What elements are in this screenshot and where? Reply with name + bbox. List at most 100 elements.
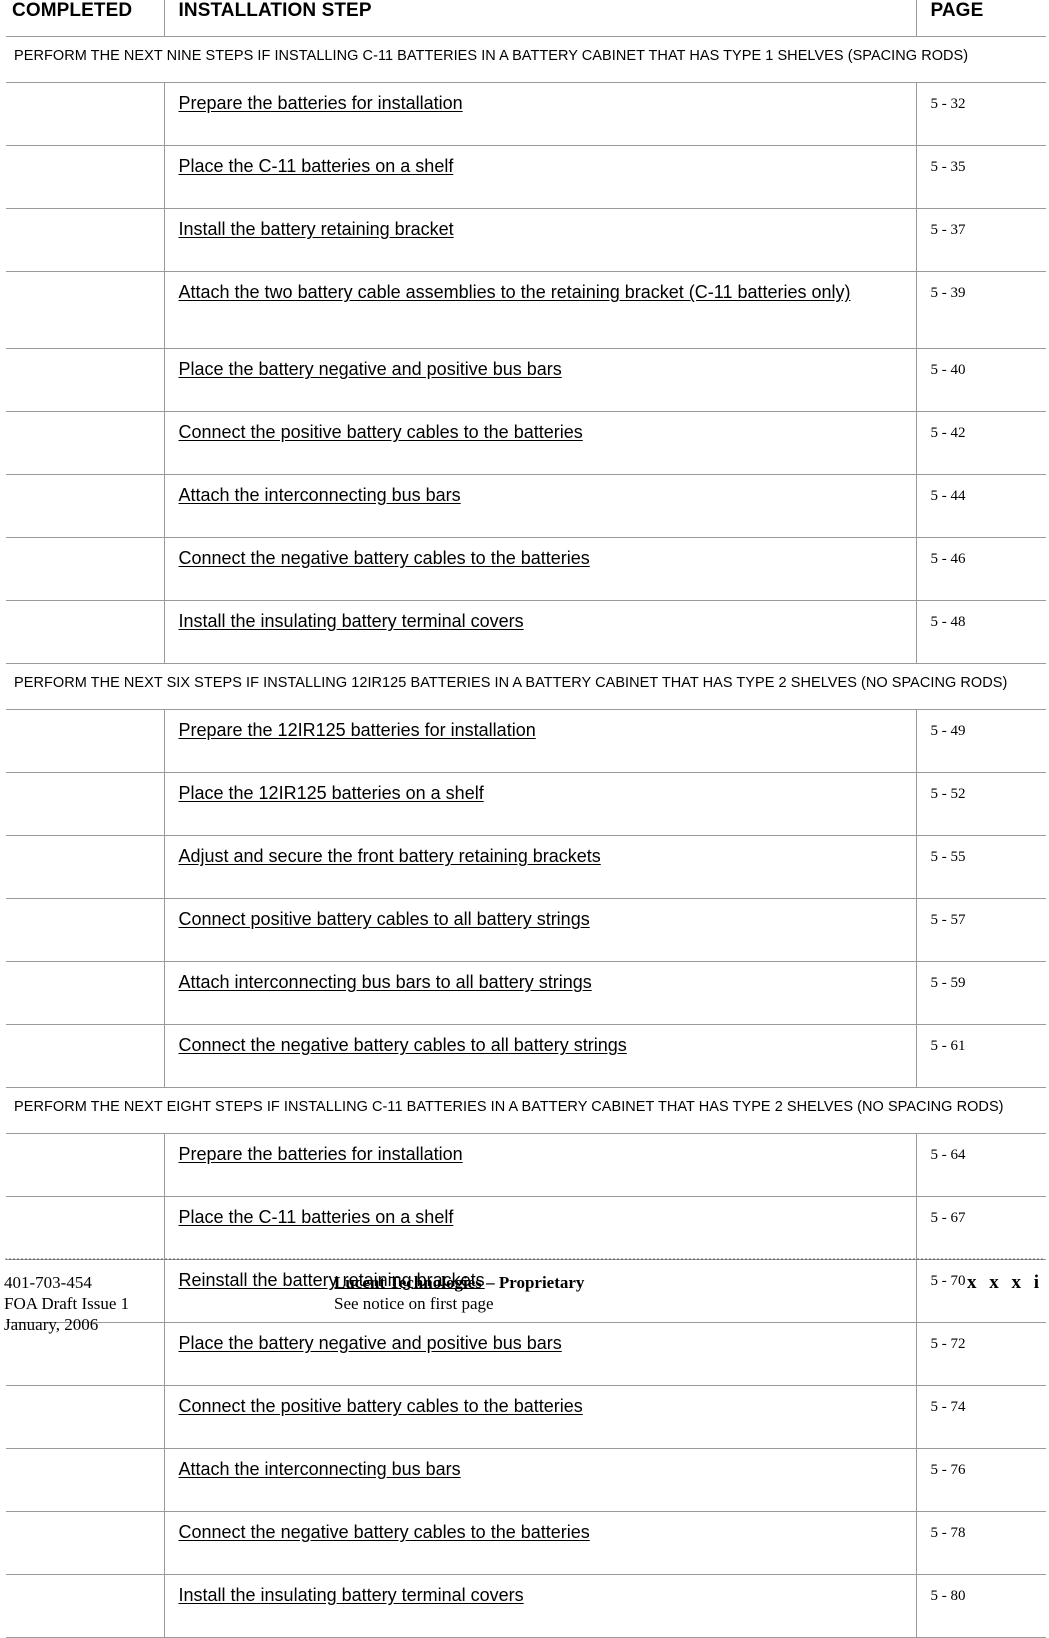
page-cell: 5 - 74 [916, 1385, 1046, 1449]
completed-checkbox-cell[interactable] [6, 772, 165, 836]
completed-checkbox-cell[interactable] [6, 898, 165, 962]
footer-document-info: 401-703-454 FOA Draft Issue 1 January, 2… [0, 1272, 334, 1335]
table-row[interactable]: Connect the negative battery cables to t… [6, 1511, 1046, 1575]
step-label: Attach interconnecting bus bars to all b… [178, 972, 592, 992]
page-footer: 401-703-454 FOA Draft Issue 1 January, 2… [0, 1246, 1049, 1338]
page-cell: 5 - 49 [916, 709, 1046, 773]
step-cell: Prepare the batteries for installation [164, 82, 917, 146]
step-cell: Install the insulating battery terminal … [164, 1574, 917, 1638]
step-label: Prepare the 12IR125 batteries for instal… [178, 720, 536, 740]
page-cell: 5 - 40 [916, 348, 1046, 412]
table-row[interactable]: Place the battery negative and positive … [6, 348, 1046, 412]
step-cell: Place the 12IR125 batteries on a shelf [164, 772, 917, 836]
completed-checkbox-cell[interactable] [6, 1024, 165, 1088]
step-label: Place the 12IR125 batteries on a shelf [178, 783, 484, 803]
step-label: Attach the two battery cable assemblies … [178, 282, 851, 302]
completed-checkbox-cell[interactable] [6, 1385, 165, 1449]
step-label: Install the insulating battery terminal … [178, 611, 524, 631]
step-cell: Attach the two battery cable assemblies … [164, 271, 917, 349]
completed-checkbox-cell[interactable] [6, 961, 165, 1025]
page-cell: 5 - 42 [916, 411, 1046, 475]
table-row[interactable]: Place the 12IR125 batteries on a shelf 5… [6, 772, 1046, 836]
step-label: Install the insulating battery terminal … [178, 1585, 524, 1605]
table-row[interactable]: Prepare the batteries for installation 5… [6, 82, 1046, 146]
footer-divider [4, 1258, 1045, 1260]
step-label: Prepare the batteries for installation [178, 1144, 463, 1164]
completed-checkbox-cell[interactable] [6, 271, 165, 349]
page-cell: 5 - 64 [916, 1133, 1046, 1197]
page-cell: 5 - 78 [916, 1511, 1046, 1575]
table-row[interactable]: Attach the interconnecting bus bars 5 - … [6, 474, 1046, 538]
page-cell: 5 - 48 [916, 600, 1046, 664]
footer-doc-number: 401-703-454 [4, 1273, 92, 1292]
step-label: Place the battery negative and positive … [178, 359, 562, 379]
table-row[interactable]: Install the insulating battery terminal … [6, 1574, 1046, 1638]
footer-proprietary-note: See notice on first page [334, 1294, 494, 1313]
table-row[interactable]: Install the insulating battery terminal … [6, 600, 1046, 664]
completed-checkbox-cell[interactable] [6, 709, 165, 773]
footer-issue: FOA Draft Issue 1 [4, 1294, 130, 1313]
footer-page-number: x x x i [966, 1272, 1043, 1293]
completed-checkbox-cell[interactable] [6, 835, 165, 899]
completed-checkbox-cell[interactable] [6, 1133, 165, 1197]
table-row[interactable]: Attach the two battery cable assemblies … [6, 271, 1046, 349]
section-note-text: PERFORM THE NEXT NINE STEPS IF INSTALLIN… [6, 36, 1046, 83]
table-row[interactable]: Install the battery retaining bracket 5 … [6, 208, 1046, 272]
section-note-row: PERFORM THE NEXT EIGHT STEPS IF INSTALLI… [6, 1087, 1046, 1134]
completed-checkbox-cell[interactable] [6, 1574, 165, 1638]
table-row[interactable]: Connect the negative battery cables to t… [6, 537, 1046, 601]
page-cell: 5 - 46 [916, 537, 1046, 601]
section-note-row: PERFORM THE NEXT NINE STEPS IF INSTALLIN… [6, 36, 1046, 83]
page-cell: 5 - 55 [916, 835, 1046, 899]
step-label: Prepare the batteries for installation [178, 93, 463, 113]
table-row[interactable]: Prepare the batteries for installation 5… [6, 1133, 1046, 1197]
step-label: Connect the positive battery cables to t… [178, 422, 583, 442]
step-label: Connect the positive battery cables to t… [178, 1396, 583, 1416]
page-cell: 5 - 61 [916, 1024, 1046, 1088]
step-label: Connect the negative battery cables to a… [178, 1035, 627, 1055]
table-row[interactable]: Adjust and secure the front battery reta… [6, 835, 1046, 899]
footer-proprietary-title: Lucent Technologies – Proprietary [334, 1273, 585, 1292]
step-label: Install the battery retaining bracket [178, 219, 454, 239]
footer-date: January, 2006 [4, 1315, 99, 1334]
step-cell: Connect the positive battery cables to t… [164, 1385, 917, 1449]
table-header-row: COMPLETED INSTALLATION STEP PAGE [6, 0, 1046, 37]
step-cell: Install the battery retaining bracket [164, 208, 917, 272]
table-row[interactable]: Attach the interconnecting bus bars 5 - … [6, 1448, 1046, 1512]
table-row[interactable]: Place the C-11 batteries on a shelf 5 - … [6, 145, 1046, 209]
completed-checkbox-cell[interactable] [6, 348, 165, 412]
step-label: Connect the negative battery cables to t… [178, 1522, 590, 1542]
page-cell: 5 - 32 [916, 82, 1046, 146]
table-row[interactable]: Attach interconnecting bus bars to all b… [6, 961, 1046, 1025]
completed-checkbox-cell[interactable] [6, 600, 165, 664]
step-label: Connect the negative battery cables to t… [178, 548, 590, 568]
document-page: COMPLETED INSTALLATION STEP PAGE PERFORM… [0, 0, 1049, 1638]
completed-checkbox-cell[interactable] [6, 145, 165, 209]
step-label: Attach the interconnecting bus bars [178, 1459, 461, 1479]
table-body: PERFORM THE NEXT NINE STEPS IF INSTALLIN… [6, 36, 1046, 1638]
completed-checkbox-cell[interactable] [6, 208, 165, 272]
completed-checkbox-cell[interactable] [6, 537, 165, 601]
completed-checkbox-cell[interactable] [6, 82, 165, 146]
section-note-text: PERFORM THE NEXT SIX STEPS IF INSTALLING… [6, 663, 1046, 710]
step-cell: Connect positive battery cables to all b… [164, 898, 917, 962]
page-cell: 5 - 37 [916, 208, 1046, 272]
table-row[interactable]: Connect the positive battery cables to t… [6, 411, 1046, 475]
installation-checklist-table: COMPLETED INSTALLATION STEP PAGE PERFORM… [6, 0, 1046, 1638]
completed-checkbox-cell[interactable] [6, 1511, 165, 1575]
footer-columns: 401-703-454 FOA Draft Issue 1 January, 2… [0, 1272, 1049, 1335]
step-cell: Prepare the batteries for installation [164, 1133, 917, 1197]
table-row[interactable]: Prepare the 12IR125 batteries for instal… [6, 709, 1046, 773]
column-header-page: PAGE [915, 0, 1046, 37]
step-label: Connect positive battery cables to all b… [178, 909, 590, 929]
table-row[interactable]: Connect the negative battery cables to a… [6, 1024, 1046, 1088]
step-cell: Connect the negative battery cables to t… [164, 537, 917, 601]
completed-checkbox-cell[interactable] [6, 411, 165, 475]
completed-checkbox-cell[interactable] [6, 1448, 165, 1512]
step-cell: Attach the interconnecting bus bars [164, 1448, 917, 1512]
page-cell: 5 - 59 [916, 961, 1046, 1025]
completed-checkbox-cell[interactable] [6, 474, 165, 538]
column-header-installation-step: INSTALLATION STEP [163, 0, 916, 37]
table-row[interactable]: Connect positive battery cables to all b… [6, 898, 1046, 962]
table-row[interactable]: Connect the positive battery cables to t… [6, 1385, 1046, 1449]
